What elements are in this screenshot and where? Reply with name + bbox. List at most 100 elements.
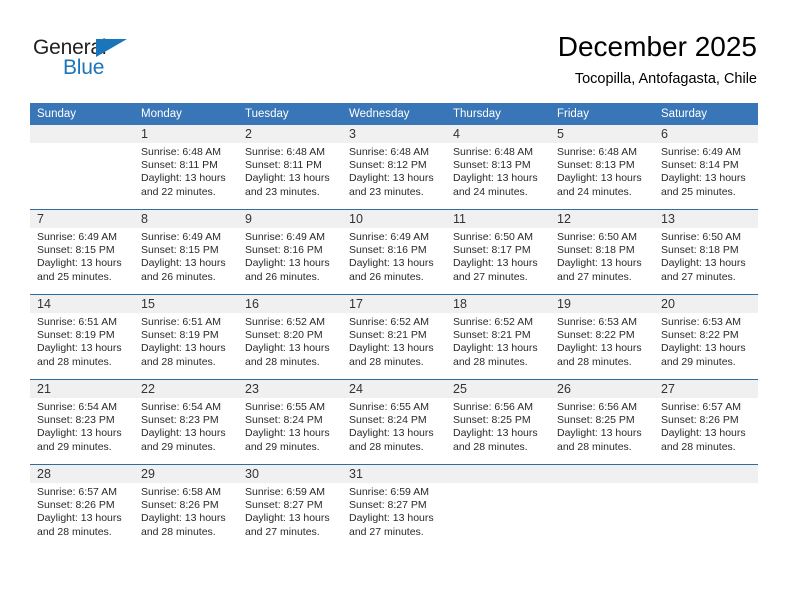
logo-text-blue: Blue <box>63 56 105 79</box>
calendar-day[interactable]: 1 Sunrise: 6:48 AM Sunset: 8:11 PM Daylight… <box>134 125 238 209</box>
daylight-text-line1: Daylight: 13 hours <box>557 342 642 355</box>
sunrise-text: Sunrise: 6:48 AM <box>141 146 221 158</box>
page-subtitle: Tocopilla, Antofagasta, Chile <box>574 71 757 87</box>
calendar-cell: 9 Sunrise: 6:49 AM Sunset: 8:16 PM Daylight… <box>238 209 342 295</box>
daylight-text-line2: and 28 minutes. <box>557 355 632 368</box>
sunrise-text: Sunrise: 6:48 AM <box>453 146 533 158</box>
day-sun-info: Sunrise: 6:56 AM Sunset: 8:25 PM Daylight:… <box>446 398 550 454</box>
sunrise-text: Sunrise: 6:52 AM <box>245 316 325 328</box>
calendar-cell: 4 Sunrise: 6:48 AM Sunset: 8:13 PM Daylight… <box>446 125 550 210</box>
day-number: 19 <box>550 295 654 313</box>
triangle-logo-icon <box>96 39 127 57</box>
calendar-day-empty <box>654 465 758 549</box>
calendar-day[interactable]: 10 Sunrise: 6:49 AM Sunset: 8:16 PM Dayligh… <box>342 210 446 294</box>
calendar-day[interactable]: 7 Sunrise: 6:49 AM Sunset: 8:15 PM Daylight… <box>30 210 134 294</box>
sunrise-text: Sunrise: 6:56 AM <box>453 401 533 413</box>
daylight-text-line1: Daylight: 13 hours <box>141 427 226 440</box>
calendar-day[interactable]: 25 Sunrise: 6:56 AM Sunset: 8:25 PM Dayligh… <box>446 380 550 464</box>
calendar-day[interactable]: 12 Sunrise: 6:50 AM Sunset: 8:18 PM Dayligh… <box>550 210 654 294</box>
calendar-day[interactable]: 23 Sunrise: 6:55 AM Sunset: 8:24 PM Dayligh… <box>238 380 342 464</box>
calendar-cell: 1 Sunrise: 6:48 AM Sunset: 8:11 PM Daylight… <box>134 125 238 210</box>
day-number: 30 <box>238 465 342 483</box>
calendar-day[interactable]: 29 Sunrise: 6:58 AM Sunset: 8:26 PM Dayligh… <box>134 465 238 549</box>
calendar-day[interactable]: 6 Sunrise: 6:49 AM Sunset: 8:14 PM Daylight… <box>654 125 758 209</box>
calendar-day[interactable]: 26 Sunrise: 6:56 AM Sunset: 8:25 PM Dayligh… <box>550 380 654 464</box>
calendar-day[interactable]: 13 Sunrise: 6:50 AM Sunset: 8:18 PM Dayligh… <box>654 210 758 294</box>
day-number <box>30 125 134 143</box>
calendar-cell: 15 Sunrise: 6:51 AM Sunset: 8:19 PM Dayligh… <box>134 294 238 380</box>
daylight-text-line2: and 28 minutes. <box>37 355 112 368</box>
daylight-text-line1: Daylight: 13 hours <box>349 342 434 355</box>
daylight-text-line2: and 28 minutes. <box>245 355 320 368</box>
calendar-week-row: 21 Sunrise: 6:54 AM Sunset: 8:23 PM Dayligh… <box>30 379 758 465</box>
calendar-day[interactable]: 4 Sunrise: 6:48 AM Sunset: 8:13 PM Daylight… <box>446 125 550 209</box>
calendar-day[interactable]: 22 Sunrise: 6:54 AM Sunset: 8:23 PM Dayligh… <box>134 380 238 464</box>
calendar-day[interactable]: 19 Sunrise: 6:53 AM Sunset: 8:22 PM Dayligh… <box>550 295 654 379</box>
day-sun-info: Sunrise: 6:52 AM Sunset: 8:21 PM Daylight:… <box>342 313 446 369</box>
calendar-day[interactable]: 28 Sunrise: 6:57 AM Sunset: 8:26 PM Dayligh… <box>30 465 134 549</box>
calendar-day[interactable]: 9 Sunrise: 6:49 AM Sunset: 8:16 PM Daylight… <box>238 210 342 294</box>
calendar-day[interactable]: 27 Sunrise: 6:57 AM Sunset: 8:26 PM Dayligh… <box>654 380 758 464</box>
day-number: 25 <box>446 380 550 398</box>
calendar-day[interactable]: 3 Sunrise: 6:48 AM Sunset: 8:12 PM Daylight… <box>342 125 446 209</box>
day-number: 2 <box>238 125 342 143</box>
daylight-text-line2: and 28 minutes. <box>453 440 528 453</box>
calendar-day[interactable]: 2 Sunrise: 6:48 AM Sunset: 8:11 PM Daylight… <box>238 125 342 209</box>
day-sun-info: Sunrise: 6:49 AM Sunset: 8:15 PM Daylight:… <box>134 228 238 284</box>
weekday-header-sunday: Sunday <box>30 103 134 125</box>
calendar-day[interactable]: 31 Sunrise: 6:59 AM Sunset: 8:27 PM Dayligh… <box>342 465 446 549</box>
calendar-day[interactable]: 16 Sunrise: 6:52 AM Sunset: 8:20 PM Dayligh… <box>238 295 342 379</box>
calendar-week-row: 7 Sunrise: 6:49 AM Sunset: 8:15 PM Daylight… <box>30 209 758 295</box>
sunrise-text: Sunrise: 6:50 AM <box>661 231 741 243</box>
calendar-day[interactable]: 14 Sunrise: 6:51 AM Sunset: 8:19 PM Dayligh… <box>30 295 134 379</box>
daylight-text-line2: and 22 minutes. <box>141 185 216 198</box>
daylight-text-line1: Daylight: 13 hours <box>453 342 538 355</box>
sunrise-text: Sunrise: 6:54 AM <box>37 401 117 413</box>
calendar-day[interactable]: 11 Sunrise: 6:50 AM Sunset: 8:17 PM Dayligh… <box>446 210 550 294</box>
daylight-text-line1: Daylight: 13 hours <box>141 342 226 355</box>
calendar-cell <box>30 125 134 210</box>
calendar-header-row: Sunday Monday Tuesday Wednesday Thursday… <box>30 103 758 125</box>
day-sun-info: Sunrise: 6:51 AM Sunset: 8:19 PM Daylight:… <box>30 313 134 369</box>
day-sun-info: Sunrise: 6:52 AM Sunset: 8:20 PM Daylight:… <box>238 313 342 369</box>
calendar-day[interactable]: 15 Sunrise: 6:51 AM Sunset: 8:19 PM Dayligh… <box>134 295 238 379</box>
sunset-text: Sunset: 8:20 PM <box>245 329 323 342</box>
day-number: 1 <box>134 125 238 143</box>
daylight-text-line1: Daylight: 13 hours <box>661 257 746 270</box>
day-sun-info: Sunrise: 6:50 AM Sunset: 8:17 PM Daylight:… <box>446 228 550 284</box>
daylight-text-line1: Daylight: 13 hours <box>349 257 434 270</box>
calendar-page: General Blue December 2025 Tocopilla, An… <box>0 0 792 612</box>
page-title: December 2025 <box>557 31 757 62</box>
calendar-cell: 14 Sunrise: 6:51 AM Sunset: 8:19 PM Dayligh… <box>30 294 134 380</box>
calendar-day[interactable]: 5 Sunrise: 6:48 AM Sunset: 8:13 PM Daylight… <box>550 125 654 209</box>
day-number: 31 <box>342 465 446 483</box>
day-number: 18 <box>446 295 550 313</box>
day-sun-info: Sunrise: 6:53 AM Sunset: 8:22 PM Daylight:… <box>654 313 758 369</box>
calendar-day[interactable]: 30 Sunrise: 6:59 AM Sunset: 8:27 PM Dayligh… <box>238 465 342 549</box>
generalblue-logo[interactable]: General Blue <box>33 36 163 84</box>
day-number <box>654 465 758 483</box>
calendar-day[interactable]: 20 Sunrise: 6:53 AM Sunset: 8:22 PM Dayligh… <box>654 295 758 379</box>
calendar-day[interactable]: 8 Sunrise: 6:49 AM Sunset: 8:15 PM Daylight… <box>134 210 238 294</box>
calendar-cell: 3 Sunrise: 6:48 AM Sunset: 8:12 PM Daylight… <box>342 125 446 210</box>
daylight-text-line1: Daylight: 13 hours <box>245 172 330 185</box>
sunset-text: Sunset: 8:13 PM <box>557 159 635 172</box>
day-sun-info: Sunrise: 6:56 AM Sunset: 8:25 PM Daylight:… <box>550 398 654 454</box>
calendar-day[interactable]: 18 Sunrise: 6:52 AM Sunset: 8:21 PM Dayligh… <box>446 295 550 379</box>
calendar-day[interactable]: 17 Sunrise: 6:52 AM Sunset: 8:21 PM Dayligh… <box>342 295 446 379</box>
daylight-text-line1: Daylight: 13 hours <box>37 342 122 355</box>
calendar-cell: 11 Sunrise: 6:50 AM Sunset: 8:17 PM Dayligh… <box>446 209 550 295</box>
daylight-text-line2: and 29 minutes. <box>141 440 216 453</box>
daylight-text-line1: Daylight: 13 hours <box>141 172 226 185</box>
calendar-cell: 2 Sunrise: 6:48 AM Sunset: 8:11 PM Daylight… <box>238 125 342 210</box>
day-number: 17 <box>342 295 446 313</box>
calendar-cell: 29 Sunrise: 6:58 AM Sunset: 8:26 PM Dayligh… <box>134 464 238 549</box>
day-sun-info: Sunrise: 6:48 AM Sunset: 8:12 PM Daylight:… <box>342 143 446 199</box>
day-number: 20 <box>654 295 758 313</box>
calendar-cell: 16 Sunrise: 6:52 AM Sunset: 8:20 PM Dayligh… <box>238 294 342 380</box>
calendar-day[interactable]: 21 Sunrise: 6:54 AM Sunset: 8:23 PM Dayligh… <box>30 380 134 464</box>
calendar-day[interactable]: 24 Sunrise: 6:55 AM Sunset: 8:24 PM Dayligh… <box>342 380 446 464</box>
daylight-text-line2: and 29 minutes. <box>245 440 320 453</box>
daylight-text-line2: and 25 minutes. <box>661 185 736 198</box>
weekday-header-friday: Friday <box>550 103 654 125</box>
